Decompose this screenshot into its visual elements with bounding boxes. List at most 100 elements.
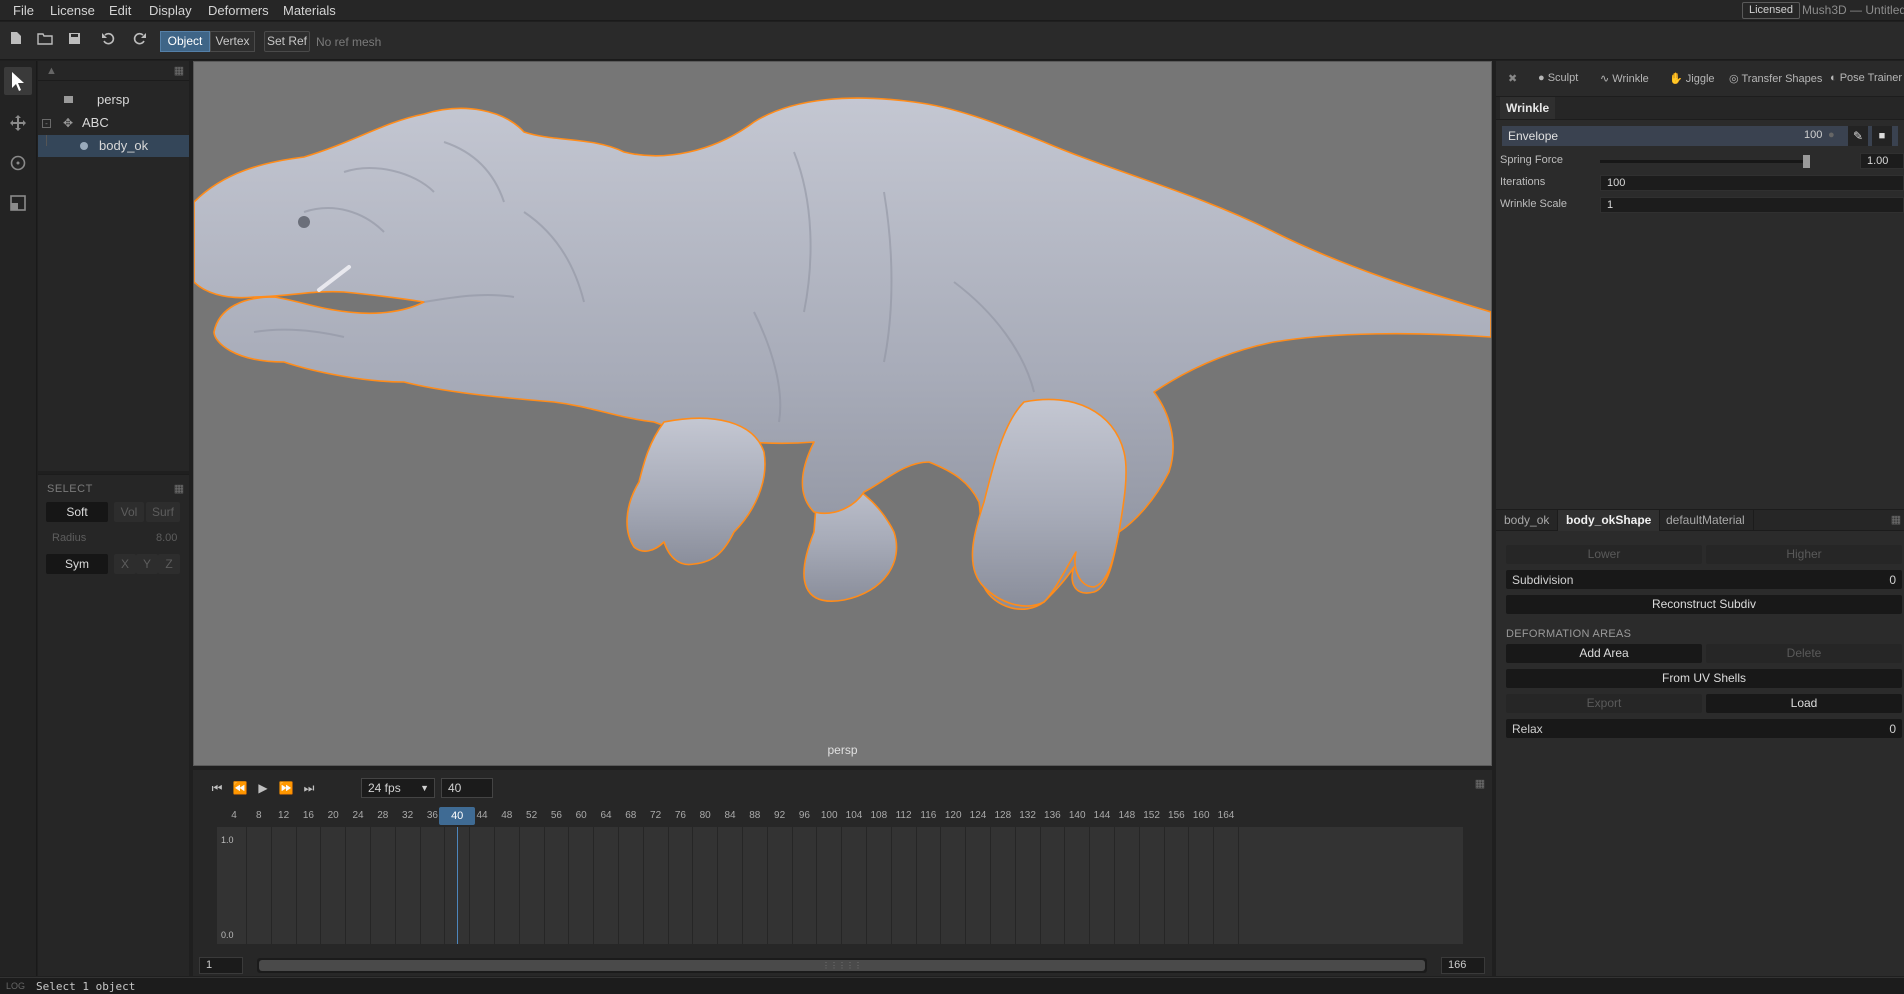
panel-grip-icon[interactable]: ▦ [173, 65, 185, 77]
wrinkle-scale-input[interactable]: 1 [1600, 197, 1904, 213]
iterations-input[interactable]: 100 [1600, 175, 1904, 191]
frame-ruler[interactable]: 4 8 12 16 20 24 28 32 36 40 44 48 52 56 60 64 68 72 76 80 84… [217, 807, 1463, 825]
wrinkle-scale-label: Wrinkle Scale [1500, 198, 1568, 210]
redo-icon[interactable] [129, 31, 149, 51]
symmetry-button[interactable]: Sym [46, 554, 108, 574]
outliner-filter-icon[interactable]: ▲ [46, 65, 57, 77]
new-file-icon[interactable] [6, 31, 26, 51]
menu-deformers[interactable]: Deformers [208, 3, 269, 18]
tab-default-material[interactable]: defaultMaterial [1658, 510, 1754, 531]
grid-line [642, 827, 644, 944]
from-uv-shells-button[interactable]: From UV Shells [1506, 669, 1902, 688]
menu-edit[interactable]: Edit [109, 3, 131, 18]
scale-tool-icon[interactable] [4, 189, 32, 217]
range-start-input[interactable]: 1 [199, 957, 243, 974]
spring-force-slider-handle[interactable] [1803, 155, 1810, 168]
radius-label: Radius [52, 532, 87, 544]
frame-tick: 32 [402, 810, 414, 821]
sym-z-button[interactable]: Z [158, 554, 180, 574]
menu-file[interactable]: File [13, 3, 34, 18]
tab-body-ok[interactable]: body_ok [1496, 510, 1559, 531]
window-title: Mush3D — Untitled [1802, 3, 1904, 17]
timeline-scrollbar[interactable]: ⋮⋮⋮⋮⋮ [257, 958, 1427, 973]
grid-line [394, 827, 396, 944]
frame-tick: 28 [377, 810, 389, 821]
open-folder-icon[interactable] [35, 31, 55, 51]
object-mode-button[interactable]: Object [160, 31, 210, 52]
volume-select-button[interactable]: Vol [114, 502, 144, 522]
sym-y-button[interactable]: Y [136, 554, 158, 574]
playhead-line[interactable] [457, 827, 459, 944]
tab-transfer-shapes[interactable]: ◎ Transfer Shapes [1729, 72, 1822, 85]
surface-select-button[interactable]: Surf [146, 502, 180, 522]
status-text: Select 1 object [36, 980, 136, 993]
move-tool-icon[interactable] [4, 109, 32, 137]
paint-brush-icon[interactable]: ✎ [1848, 126, 1868, 146]
spring-force-slider[interactable] [1600, 160, 1810, 163]
tab-body-okshape[interactable]: body_okShape [1558, 510, 1661, 531]
rotate-tool-icon[interactable] [4, 149, 32, 177]
collapse-icon[interactable]: - [42, 119, 51, 128]
outliner-item-abc[interactable]: - ✥ ABC [38, 112, 189, 134]
range-end-input[interactable]: 166 [1441, 957, 1485, 974]
dinosaur-mesh[interactable] [194, 62, 1491, 765]
frame-tick: 164 [1217, 810, 1235, 821]
select-tool-icon[interactable] [4, 67, 32, 95]
sym-x-button[interactable]: X [114, 554, 136, 574]
go-to-end-icon[interactable]: ⏭ [299, 779, 319, 797]
playhead-label: 40 [439, 807, 476, 825]
wrinkle-scale-row: Wrinkle Scale 1 [1496, 196, 1904, 214]
frame-tick: 44 [476, 810, 488, 821]
outliner-item-body-ok[interactable]: body_ok [38, 135, 189, 157]
step-forward-icon[interactable]: ⏩ [276, 779, 296, 797]
grid-line [766, 827, 768, 944]
current-frame-input[interactable]: 40 [441, 778, 493, 798]
menu-display[interactable]: Display [149, 3, 192, 18]
grid-line [370, 827, 371, 944]
tab-jiggle[interactable]: ✋ Jiggle [1669, 72, 1715, 85]
3d-viewport[interactable]: persp [193, 61, 1492, 766]
radius-value[interactable]: 8.00 [156, 532, 177, 544]
panel-grip-icon[interactable]: ▦ [173, 483, 185, 495]
tab-wrinkle[interactable]: ∿ Wrinkle [1600, 72, 1649, 85]
go-to-start-icon[interactable]: ⏮ [207, 779, 227, 797]
trash-icon[interactable]: ■ [1872, 126, 1892, 146]
panel-grip-icon[interactable]: ▦ [1890, 514, 1902, 526]
section-title[interactable]: Wrinkle [1500, 97, 1555, 119]
fps-select[interactable]: 24 fps ▼ [361, 778, 435, 798]
pin-icon[interactable]: ✖ [1508, 72, 1517, 85]
menu-materials[interactable]: Materials [283, 3, 336, 18]
add-area-button[interactable]: Add Area [1506, 644, 1702, 663]
tab-label: Sculpt [1547, 72, 1579, 84]
delete-area-button[interactable]: Delete [1706, 644, 1902, 663]
tab-pose-trainer[interactable]: ◐ Pose Trainer [1830, 72, 1904, 84]
load-button[interactable]: Load [1706, 694, 1902, 713]
key-icon[interactable]: ● [1828, 129, 1835, 141]
vertex-mode-button[interactable]: Vertex [210, 31, 255, 52]
soft-select-button[interactable]: Soft [46, 502, 108, 522]
reconstruct-subdiv-button[interactable]: Reconstruct Subdiv [1506, 595, 1902, 614]
grid-line [940, 827, 942, 944]
higher-button[interactable]: Higher [1706, 545, 1902, 564]
subdivision-field[interactable]: Subdivision 0 [1506, 570, 1902, 589]
spring-force-input[interactable]: 1.00 [1860, 153, 1904, 169]
grid-line [1213, 827, 1215, 944]
outliner-item-persp[interactable]: persp [38, 89, 189, 111]
save-icon[interactable] [64, 31, 84, 51]
timeline-scroll-thumb[interactable]: ⋮⋮⋮⋮⋮ [259, 960, 1425, 971]
export-button[interactable]: Export [1506, 694, 1702, 713]
undo-icon[interactable] [98, 31, 118, 51]
node-tabbar: body_ok body_okShape defaultMaterial ▦ [1496, 509, 1904, 531]
step-back-icon[interactable]: ⏪ [230, 779, 250, 797]
panel-grip-icon[interactable]: ▦ [1474, 778, 1486, 790]
play-icon[interactable]: ▶ [253, 779, 273, 797]
relax-field[interactable]: Relax 0 [1506, 719, 1902, 738]
lower-button[interactable]: Lower [1506, 545, 1702, 564]
envelope-value[interactable]: 100 [1804, 129, 1822, 141]
curve-graph[interactable]: 1.0 0.0 [217, 827, 1463, 944]
set-ref-button[interactable]: Set Ref [264, 31, 310, 52]
menu-license[interactable]: License [50, 3, 95, 18]
envelope-row[interactable]: Envelope 100 ● ✎ ■ [1502, 126, 1898, 146]
tab-sculpt[interactable]: ● Sculpt [1538, 72, 1578, 84]
grid-line [345, 827, 347, 944]
